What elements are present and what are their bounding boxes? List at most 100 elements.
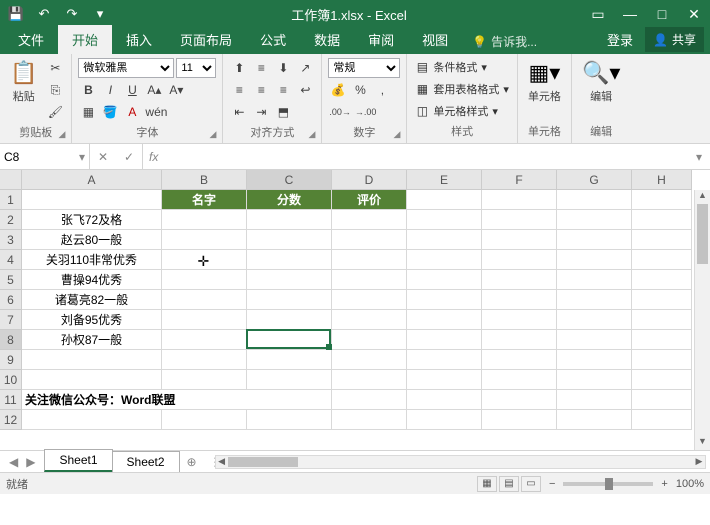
vertical-scrollbar[interactable]: ▲ ▼ xyxy=(694,190,710,450)
cell-A11[interactable]: 关注微信公众号：Word联盟 xyxy=(22,390,332,410)
row-header-3[interactable]: 3 xyxy=(0,230,22,250)
row-header-9[interactable]: 9 xyxy=(0,350,22,370)
row-header-10[interactable]: 10 xyxy=(0,370,22,390)
font-color-button[interactable]: A xyxy=(122,102,142,122)
cell-C5[interactable] xyxy=(247,270,332,290)
cell-G3[interactable] xyxy=(557,230,632,250)
row-header-12[interactable]: 12 xyxy=(0,410,22,430)
row-header-8[interactable]: 8 xyxy=(0,330,22,350)
formula-cancel-button[interactable]: ✕ xyxy=(90,147,116,167)
cell-A5[interactable]: 曹操94优秀 xyxy=(22,270,162,290)
cell-C9[interactable] xyxy=(247,350,332,370)
table-format-button[interactable]: ▦ 套用表格格式▾ xyxy=(413,80,511,98)
cell-D8[interactable] xyxy=(332,330,407,350)
tab-审阅[interactable]: 审阅 xyxy=(354,25,408,54)
align-center-button[interactable]: ≡ xyxy=(251,80,271,100)
spreadsheet-grid[interactable]: ABCDEFGH 1名字分数评价2张飞72及格3赵云80一般4关羽110非常优秀… xyxy=(0,170,710,450)
col-header-E[interactable]: E xyxy=(407,170,482,190)
cell-B6[interactable] xyxy=(162,290,247,310)
cell-F1[interactable] xyxy=(482,190,557,210)
cell-A1[interactable] xyxy=(22,190,162,210)
hscroll-thumb[interactable] xyxy=(228,457,298,467)
cell-F6[interactable] xyxy=(482,290,557,310)
cell-F12[interactable] xyxy=(482,410,557,430)
col-header-A[interactable]: A xyxy=(22,170,162,190)
row-header-7[interactable]: 7 xyxy=(0,310,22,330)
qat-more-button[interactable]: ▾ xyxy=(88,2,112,26)
cell-G7[interactable] xyxy=(557,310,632,330)
tab-插入[interactable]: 插入 xyxy=(112,25,166,54)
cell-H1[interactable] xyxy=(632,190,692,210)
cell-H7[interactable] xyxy=(632,310,692,330)
cell-G10[interactable] xyxy=(557,370,632,390)
row-header-2[interactable]: 2 xyxy=(0,210,22,230)
row-header-11[interactable]: 11 xyxy=(0,390,22,410)
fx-icon[interactable]: fx xyxy=(149,150,158,164)
add-sheet-button[interactable]: ⊕ xyxy=(179,455,205,469)
cell-A4[interactable]: 关羽110非常优秀 xyxy=(22,250,162,270)
cell-B2[interactable] xyxy=(162,210,247,230)
cell-H10[interactable] xyxy=(632,370,692,390)
tab-公式[interactable]: 公式 xyxy=(246,25,300,54)
cell-H9[interactable] xyxy=(632,350,692,370)
cell-H11[interactable] xyxy=(632,390,692,410)
sheet-nav-prev[interactable]: ◀ xyxy=(6,453,21,471)
cell-B1[interactable]: 名字 xyxy=(162,190,247,210)
cell-F11[interactable] xyxy=(482,390,557,410)
cell-A8[interactable]: 孙权87一般 xyxy=(22,330,162,350)
tab-页面布局[interactable]: 页面布局 xyxy=(166,25,246,54)
cell-D11[interactable] xyxy=(332,390,407,410)
align-right-button[interactable]: ≡ xyxy=(273,80,293,100)
cell-A2[interactable]: 张飞72及格 xyxy=(22,210,162,230)
font-name-select[interactable]: 微软雅黑 xyxy=(78,58,174,78)
format-painter-button[interactable]: 🖌 xyxy=(45,102,65,122)
tab-开始[interactable]: 开始 xyxy=(58,25,112,54)
conditional-format-button[interactable]: ▤ 条件格式▾ xyxy=(413,58,511,76)
cell-D12[interactable] xyxy=(332,410,407,430)
cut-button[interactable]: ✂ xyxy=(45,58,65,78)
maximize-button[interactable]: □ xyxy=(646,0,678,28)
select-all-corner[interactable] xyxy=(0,170,22,190)
cell-F10[interactable] xyxy=(482,370,557,390)
paste-button[interactable]: 📋 粘贴 xyxy=(6,58,41,106)
cell-E5[interactable] xyxy=(407,270,482,290)
cell-B5[interactable] xyxy=(162,270,247,290)
percent-button[interactable]: % xyxy=(350,80,370,100)
redo-button[interactable]: ↷ xyxy=(60,2,84,26)
phonetic-button[interactable]: wén xyxy=(144,102,168,122)
scroll-right-arrow[interactable]: ▶ xyxy=(693,456,705,468)
row-header-5[interactable]: 5 xyxy=(0,270,22,290)
formula-bar-expand[interactable]: ▾ xyxy=(688,144,710,169)
col-header-H[interactable]: H xyxy=(632,170,692,190)
font-size-select[interactable]: 11 xyxy=(176,58,216,78)
cell-G5[interactable] xyxy=(557,270,632,290)
sheet-tab-Sheet2[interactable]: Sheet2 xyxy=(112,451,180,472)
zoom-level[interactable]: 100% xyxy=(676,478,704,490)
cell-D6[interactable] xyxy=(332,290,407,310)
copy-button[interactable]: ⎘ xyxy=(45,80,65,100)
cell-F5[interactable] xyxy=(482,270,557,290)
cell-A9[interactable] xyxy=(22,350,162,370)
cell-D5[interactable] xyxy=(332,270,407,290)
align-bottom-button[interactable]: ⬇ xyxy=(273,58,293,78)
cell-C8[interactable] xyxy=(247,330,332,350)
row-header-4[interactable]: 4 xyxy=(0,250,22,270)
fill-color-button[interactable]: 🪣 xyxy=(100,102,120,122)
name-box[interactable]: ▾ xyxy=(0,144,90,169)
align-launcher[interactable]: ◢ xyxy=(308,129,315,140)
clipboard-launcher[interactable]: ◢ xyxy=(58,129,65,140)
merge-button[interactable]: ⬒ xyxy=(273,102,293,122)
cell-B9[interactable] xyxy=(162,350,247,370)
cell-B7[interactable] xyxy=(162,310,247,330)
font-launcher[interactable]: ◢ xyxy=(209,129,216,140)
cell-A12[interactable] xyxy=(22,410,162,430)
cell-style-button[interactable]: ◫ 单元格样式▾ xyxy=(413,102,511,120)
scroll-left-arrow[interactable]: ◀ xyxy=(216,456,228,468)
cell-F9[interactable] xyxy=(482,350,557,370)
cell-D10[interactable] xyxy=(332,370,407,390)
indent-decrease-button[interactable]: ⇤ xyxy=(229,102,249,122)
decimal-increase-button[interactable]: .00→ xyxy=(328,102,352,122)
cell-G1[interactable] xyxy=(557,190,632,210)
align-middle-button[interactable]: ≡ xyxy=(251,58,271,78)
cell-E6[interactable] xyxy=(407,290,482,310)
